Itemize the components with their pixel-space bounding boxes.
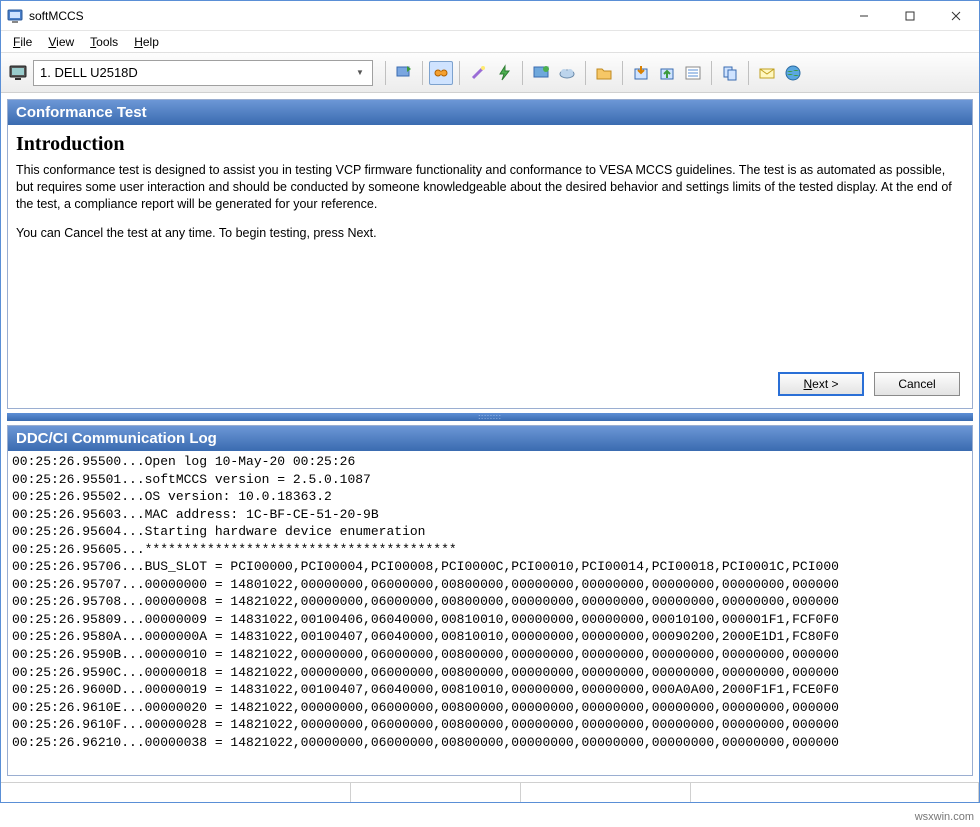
refresh-icon[interactable] xyxy=(392,61,416,85)
wizard-buttons: Next > Cancel xyxy=(16,366,964,402)
export-icon[interactable] xyxy=(655,61,679,85)
close-button[interactable] xyxy=(933,1,979,30)
window-controls xyxy=(841,1,979,30)
toolbar-separator xyxy=(522,61,523,85)
intro-text: This conformance test is designed to ass… xyxy=(16,162,964,254)
intro-heading: Introduction xyxy=(16,133,964,156)
main-area: Conformance Test Introduction This confo… xyxy=(1,93,979,782)
chevron-down-icon: ▼ xyxy=(352,65,368,81)
menu-file-rest: ile xyxy=(20,35,32,49)
bolt-icon[interactable] xyxy=(492,61,516,85)
app-window: softMCCS File View Tools Help 1. DELL U2… xyxy=(0,0,980,803)
status-cell-4 xyxy=(691,783,979,802)
app-icon xyxy=(7,8,23,24)
toolbar-separator xyxy=(711,61,712,85)
menu-tools[interactable]: Tools xyxy=(82,33,126,51)
next-button[interactable]: Next > xyxy=(778,372,864,396)
window-title: softMCCS xyxy=(29,9,841,23)
minimize-button[interactable] xyxy=(841,1,887,30)
display-select[interactable]: 1. DELL U2518D ▼ xyxy=(33,60,373,86)
log-panel-title: DDC/CI Communication Log xyxy=(8,426,972,451)
toolbar-separator xyxy=(585,61,586,85)
watermark: wsxwin.com xyxy=(915,811,974,823)
link-icon[interactable] xyxy=(429,61,453,85)
maximize-button[interactable] xyxy=(887,1,933,30)
intro-para-2: You can Cancel the test at any time. To … xyxy=(16,225,964,242)
folder-icon[interactable] xyxy=(592,61,616,85)
toolbar-separator xyxy=(422,61,423,85)
menu-help[interactable]: Help xyxy=(126,33,167,51)
statusbar xyxy=(1,782,979,802)
mail-icon[interactable] xyxy=(755,61,779,85)
log-body[interactable]: 00:25:26.95500...Open log 10-May-20 00:2… xyxy=(8,451,972,775)
copy-icon[interactable] xyxy=(718,61,742,85)
status-cell-1 xyxy=(1,783,351,802)
globe-icon[interactable] xyxy=(781,61,805,85)
monitor-glyph-icon xyxy=(7,62,29,84)
status-cell-2 xyxy=(351,783,521,802)
intro-para-1: This conformance test is designed to ass… xyxy=(16,162,964,213)
conformance-panel: Conformance Test Introduction This confo… xyxy=(7,99,973,409)
toolbar-separator xyxy=(385,61,386,85)
cancel-button[interactable]: Cancel xyxy=(874,372,960,396)
monitor2-icon[interactable] xyxy=(529,61,553,85)
cloud-icon[interactable] xyxy=(555,61,579,85)
list-icon[interactable] xyxy=(681,61,705,85)
splitter-handle[interactable]: :::::::: xyxy=(7,413,973,421)
menu-file[interactable]: File xyxy=(5,33,40,51)
display-select-value: 1. DELL U2518D xyxy=(40,65,138,80)
conformance-body: Introduction This conformance test is de… xyxy=(8,125,972,408)
conformance-panel-title: Conformance Test xyxy=(8,100,972,125)
wand-icon[interactable] xyxy=(466,61,490,85)
status-cell-3 xyxy=(521,783,691,802)
menu-view[interactable]: View xyxy=(40,33,82,51)
menubar: File View Tools Help xyxy=(1,31,979,53)
toolbar-separator xyxy=(748,61,749,85)
toolbar: 1. DELL U2518D ▼ xyxy=(1,53,979,93)
log-panel: DDC/CI Communication Log 00:25:26.95500.… xyxy=(7,425,973,776)
toolbar-separator xyxy=(459,61,460,85)
import-icon[interactable] xyxy=(629,61,653,85)
titlebar: softMCCS xyxy=(1,1,979,31)
toolbar-separator xyxy=(622,61,623,85)
